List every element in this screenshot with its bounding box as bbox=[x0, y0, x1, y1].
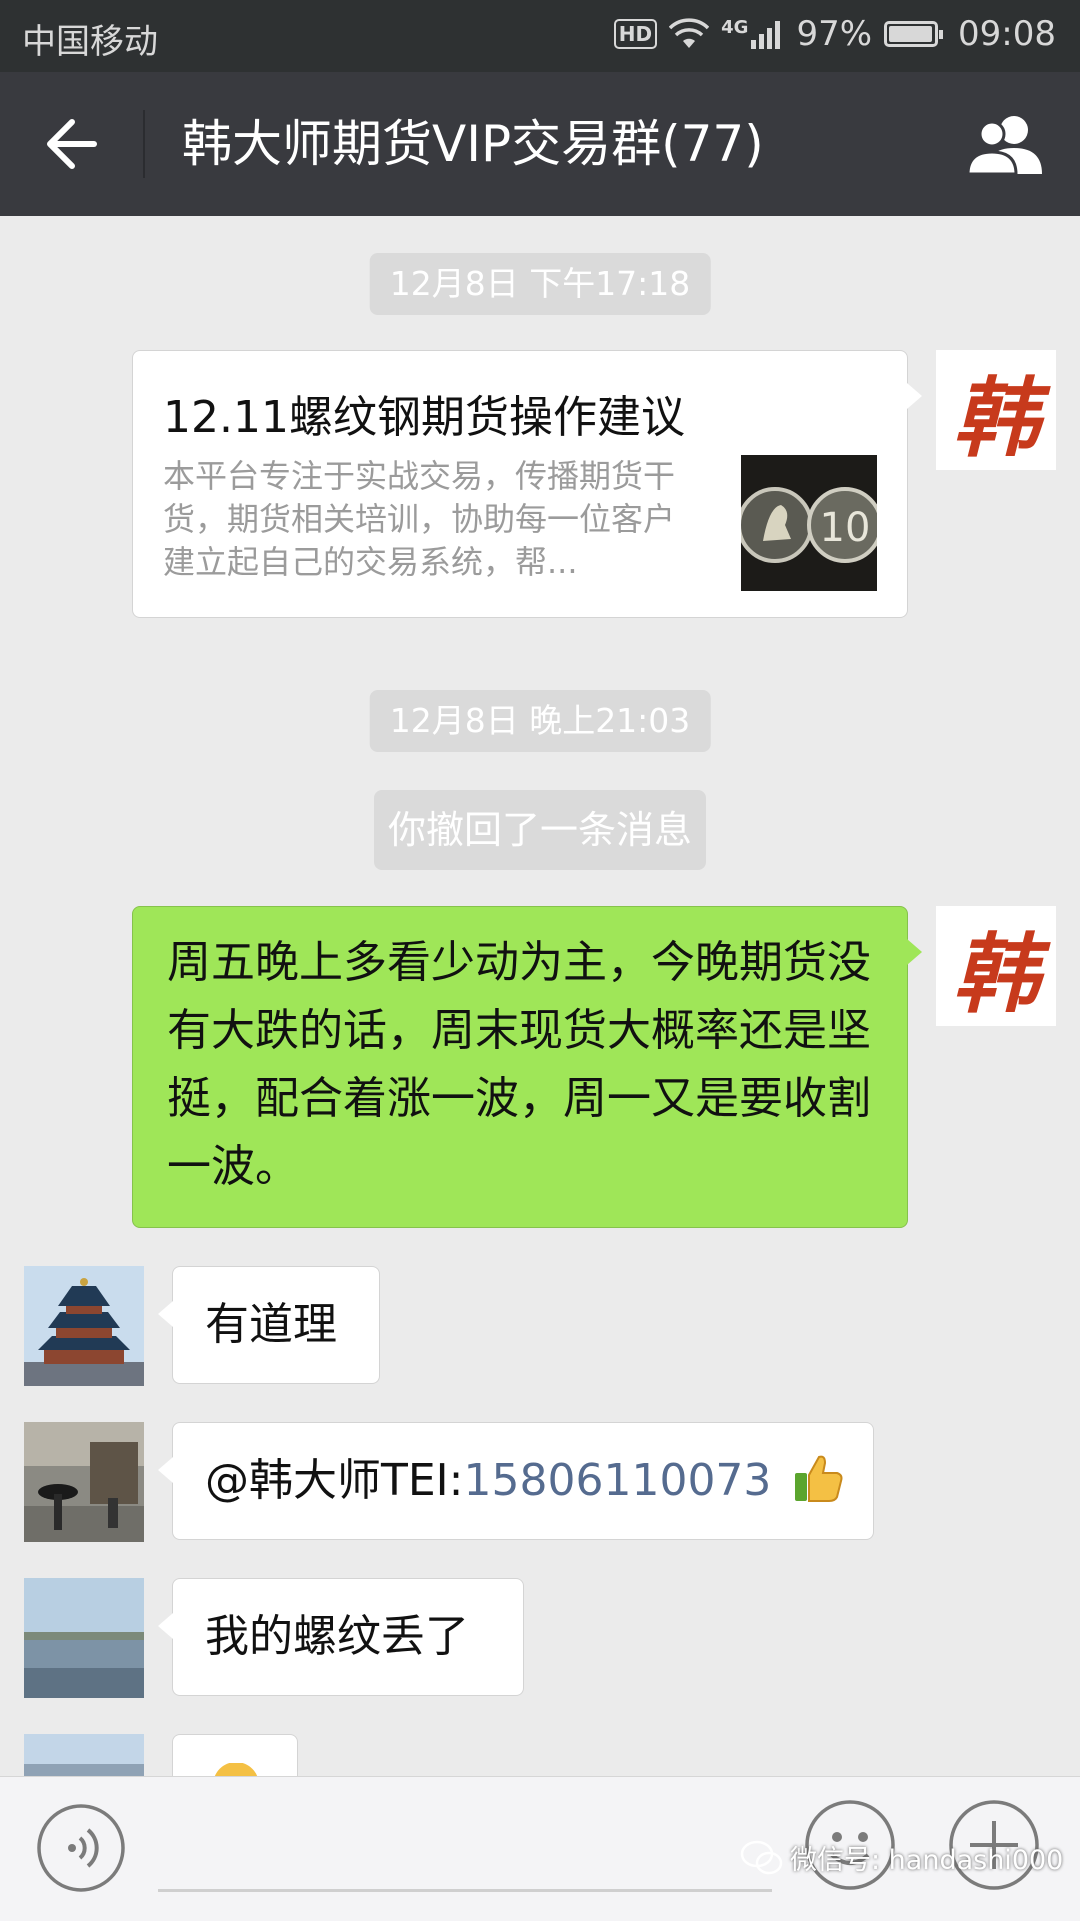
watermark: 微信号: handashi000 bbox=[740, 1838, 1063, 1877]
message-input[interactable] bbox=[158, 1889, 772, 1892]
back-arrow-icon[interactable] bbox=[42, 114, 102, 174]
hd-icon: HD bbox=[613, 19, 658, 49]
thumbs-up-icon bbox=[795, 1455, 843, 1502]
battery-icon bbox=[884, 21, 944, 47]
svg-text:10: 10 bbox=[820, 505, 871, 551]
street-avatar-image bbox=[24, 1422, 144, 1542]
chat-title: 韩大师期货VIP交易群(77) bbox=[182, 115, 764, 173]
signal-icon bbox=[751, 21, 781, 49]
voice-input-icon[interactable] bbox=[36, 1803, 126, 1893]
avatar-self[interactable]: 韩 bbox=[936, 906, 1056, 1026]
article-card[interactable]: 12.11螺纹钢期货操作建议 本平台专注于实战交易，传播期货干货，期货相关培训，… bbox=[132, 350, 922, 618]
clock: 09:08 bbox=[958, 14, 1056, 54]
temple-avatar-image bbox=[24, 1266, 144, 1386]
received-message-bubble[interactable]: 有道理 bbox=[158, 1266, 380, 1384]
wifi-icon bbox=[669, 18, 710, 48]
received-message-bubble[interactable]: 我的螺纹丢了 bbox=[158, 1578, 524, 1696]
battery-percent: 97% bbox=[796, 14, 873, 54]
received-message-text: 我的螺纹丢了 bbox=[205, 1611, 469, 1662]
coin-image: 10 bbox=[741, 455, 877, 591]
wechat-logo-icon bbox=[740, 1840, 783, 1874]
received-message-text: @韩大师TEI:15806110073 bbox=[205, 1447, 873, 1515]
avatar-self[interactable]: 韩 bbox=[936, 350, 1056, 470]
lake-avatar-image bbox=[24, 1578, 144, 1698]
avatar-member[interactable] bbox=[24, 1578, 144, 1698]
phone-number-link[interactable]: 15806110073 bbox=[463, 1455, 771, 1506]
sent-message-text: 周五晚上多看少动为主，今晚期货没有大跌的话，周末现货大概率还是坚挺，配合着涨一波… bbox=[167, 937, 871, 1192]
mention-text: @韩大师TEI: bbox=[205, 1455, 464, 1506]
avatar-member[interactable] bbox=[24, 1266, 144, 1386]
article-title: 12.11螺纹钢期货操作建议 bbox=[163, 392, 685, 443]
recall-notice: 你撤回了一条消息 bbox=[373, 790, 707, 870]
network-label: 4G bbox=[721, 16, 749, 38]
sent-message-bubble[interactable]: 周五晚上多看少动为主，今晚期货没有大跌的话，周末现货大概率还是坚挺，配合着涨一波… bbox=[132, 906, 922, 1228]
carrier-label: 中国移动 bbox=[22, 22, 158, 62]
received-message-text: 有道理 bbox=[205, 1299, 337, 1350]
group-members-icon[interactable] bbox=[964, 112, 1050, 176]
watermark-text: 微信号: handashi000 bbox=[790, 1845, 1064, 1876]
sky-avatar-image bbox=[24, 1734, 144, 1776]
avatar-logo-char: 韩 bbox=[953, 923, 1039, 1025]
header-divider bbox=[143, 110, 145, 178]
chat-header: 韩大师期货VIP交易群(77) bbox=[0, 72, 1080, 216]
status-icons: HD 4G 97% 09:08 bbox=[613, 14, 1056, 54]
avatar-member[interactable] bbox=[24, 1422, 144, 1542]
timestamp: 12月8日 晚上21:03 bbox=[369, 690, 711, 752]
avatar-logo-char: 韩 bbox=[953, 367, 1039, 469]
timestamp: 12月8日 下午17:18 bbox=[369, 253, 711, 315]
status-bar: 中国移动 HD 4G 97% 09:08 bbox=[0, 0, 1080, 72]
received-message-bubble[interactable]: @韩大师TEI:15806110073 bbox=[158, 1422, 874, 1540]
avatar-member[interactable] bbox=[24, 1734, 144, 1776]
article-description: 本平台专注于实战交易，传播期货干货，期货相关培训，协助每一位客户建立起自己的交易… bbox=[163, 457, 676, 581]
article-thumbnail: 10 bbox=[741, 455, 877, 591]
